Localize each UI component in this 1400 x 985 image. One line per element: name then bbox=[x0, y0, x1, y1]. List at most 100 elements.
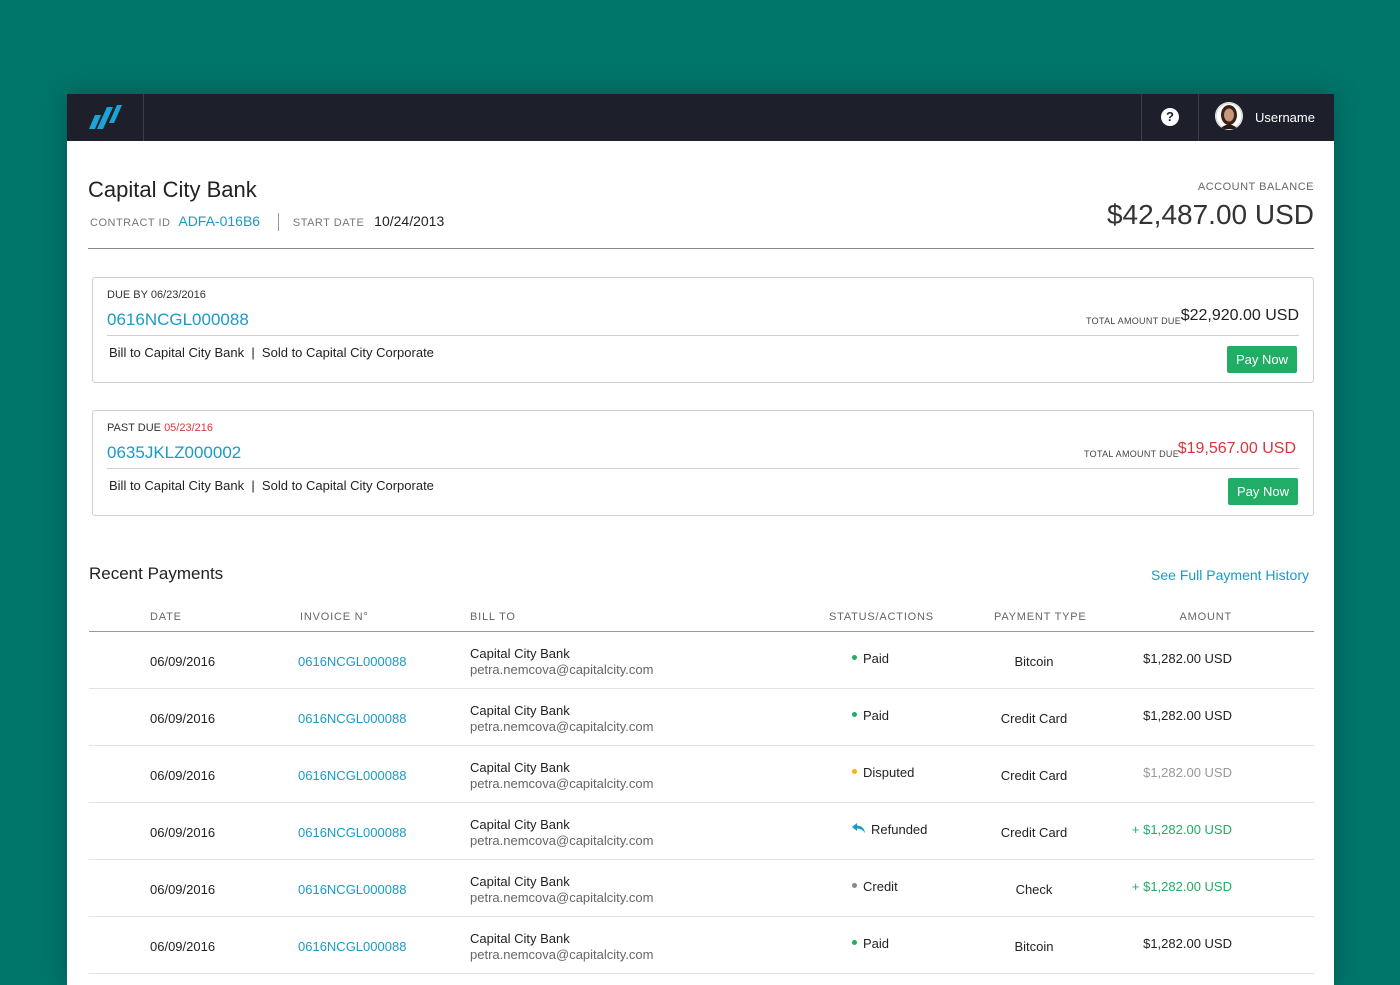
payment-amount: $1,282.00 USD bbox=[1143, 651, 1232, 666]
invoice-link[interactable]: 0616NCGL000088 bbox=[107, 310, 249, 330]
pay-now-button[interactable]: Pay Now bbox=[1227, 346, 1297, 373]
help-button[interactable]: ? bbox=[1141, 94, 1199, 141]
bill-to-email: petra.nemcova@capitalcity.com bbox=[470, 947, 654, 962]
payment-date: 06/09/2016 bbox=[150, 654, 216, 669]
green-dot-icon bbox=[852, 655, 857, 661]
table-row[interactable]: 06/09/2016 0616NCGL000088 Capital City Ban… bbox=[89, 632, 1314, 689]
due-date: 06/23/2016 bbox=[150, 289, 206, 301]
payment-status[interactable]: Refunded bbox=[852, 822, 927, 837]
invoice-link[interactable]: 0616NCGL000088 bbox=[298, 711, 406, 726]
bill-to-email: petra.nemcova@capitalcity.com bbox=[470, 776, 654, 791]
start-date-value: 10/24/2013 bbox=[374, 213, 445, 229]
column-status[interactable]: STATUS/ACTIONS bbox=[829, 611, 934, 623]
payment-status[interactable]: Paid bbox=[852, 936, 889, 951]
divider bbox=[107, 468, 1299, 469]
avatar bbox=[1215, 102, 1243, 130]
status-label: Credit bbox=[863, 879, 898, 894]
payment-status[interactable]: Disputed bbox=[852, 765, 914, 780]
status-label: Disputed bbox=[863, 765, 915, 780]
account-header: Capital City Bank CONTRACT ID ADFA-016B6… bbox=[88, 141, 1314, 249]
help-icon: ? bbox=[1161, 108, 1179, 126]
payment-status[interactable]: Paid bbox=[852, 651, 889, 666]
status-label: Paid bbox=[863, 936, 890, 951]
bill-to-email: petra.nemcova@capitalcity.com bbox=[470, 662, 654, 677]
yellow-dot-icon bbox=[852, 769, 857, 775]
logo[interactable] bbox=[67, 94, 144, 141]
payment-type: Credit Card bbox=[1000, 711, 1068, 726]
contract-meta: CONTRACT ID ADFA-016B6 START DATE 10/24/… bbox=[90, 213, 445, 232]
payment-type: Bitcoin bbox=[1014, 939, 1054, 954]
payment-amount: + $1,282.00 USD bbox=[1131, 822, 1232, 837]
invoice-link[interactable]: 0635JKLZ000002 bbox=[107, 443, 241, 463]
due-status: DUE BY 06/23/2016 bbox=[107, 289, 206, 301]
table-row[interactable]: 06/09/2016 0616NCGL000088 Capital City Ban… bbox=[89, 917, 1314, 974]
payment-type: Check bbox=[1015, 882, 1053, 897]
bill-to-name: Capital City Bank bbox=[470, 817, 570, 832]
table-row[interactable]: 06/09/2016 0616NCGL000088 Capital City Ban… bbox=[89, 746, 1314, 803]
total-due-label: TOTAL AMOUNT DUE bbox=[1086, 316, 1181, 326]
start-date-label: START DATE bbox=[292, 217, 365, 229]
invoice-link[interactable]: 0616NCGL000088 bbox=[298, 768, 406, 783]
contract-id-link[interactable]: ADFA-016B6 bbox=[178, 213, 260, 229]
bill-info: Bill to Capital City Bank | Sold to Capi… bbox=[109, 478, 434, 493]
status-label: PAST DUE bbox=[107, 422, 161, 434]
username: Username bbox=[1255, 110, 1315, 125]
invoice-card-past-due: PAST DUE 05/23/216 0635JKLZ000002 TOTAL … bbox=[92, 410, 1314, 516]
divider bbox=[107, 335, 1299, 336]
divider bbox=[277, 213, 279, 232]
payment-amount: $1,282.00 USD bbox=[1143, 936, 1232, 951]
status-label: DUE BY bbox=[107, 289, 148, 301]
payment-type: Bitcoin bbox=[1014, 654, 1054, 669]
payment-date: 06/09/2016 bbox=[150, 768, 216, 783]
contract-id-label: CONTRACT ID bbox=[90, 217, 171, 229]
table-body: 06/09/2016 0616NCGL000088 Capital City Ban… bbox=[89, 632, 1314, 974]
invoice-link[interactable]: 0616NCGL000088 bbox=[298, 654, 406, 669]
payment-type: Credit Card bbox=[1000, 825, 1068, 840]
bill-to-name: Capital City Bank bbox=[470, 646, 570, 661]
green-dot-icon bbox=[852, 940, 857, 946]
payment-date: 06/09/2016 bbox=[150, 825, 216, 840]
invoice-link[interactable]: 0616NCGL000088 bbox=[298, 939, 406, 954]
invoice-link[interactable]: 0616NCGL000088 bbox=[298, 825, 406, 840]
payment-type: Credit Card bbox=[1000, 768, 1068, 783]
balance-label: ACCOUNT BALANCE bbox=[1197, 181, 1314, 193]
table-row[interactable]: 06/09/2016 0616NCGL000088 Capital City Ban… bbox=[89, 689, 1314, 746]
invoice-card-due: DUE BY 06/23/2016 0616NCGL000088 TOTAL A… bbox=[92, 277, 1314, 383]
payment-status[interactable]: Paid bbox=[852, 708, 889, 723]
page-title: Capital City Bank bbox=[88, 177, 257, 202]
status-label: Paid bbox=[863, 651, 890, 666]
total-due-label: TOTAL AMOUNT DUE bbox=[1084, 449, 1179, 459]
pay-now-button[interactable]: Pay Now bbox=[1228, 478, 1298, 505]
column-amount[interactable]: AMOUNT bbox=[1180, 611, 1232, 623]
invoice-link[interactable]: 0616NCGL000088 bbox=[298, 882, 406, 897]
status-label: Paid bbox=[863, 708, 890, 723]
column-invoice[interactable]: INVOICE N° bbox=[300, 611, 369, 623]
green-dot-icon bbox=[852, 712, 857, 718]
user-menu[interactable]: Username bbox=[1198, 94, 1334, 141]
payment-status[interactable]: Credit bbox=[852, 879, 898, 894]
past-due-status: PAST DUE 05/23/216 bbox=[107, 422, 213, 434]
status-label: Refunded bbox=[871, 822, 928, 837]
bill-to-name: Capital City Bank bbox=[470, 760, 570, 775]
bill-to-email: petra.nemcova@capitalcity.com bbox=[470, 890, 654, 905]
recent-payments-title: Recent Payments bbox=[89, 564, 224, 583]
payments-table: DATE INVOICE N° BILL TO STATUS/ACTIONS P… bbox=[89, 599, 1314, 974]
column-bill-to[interactable]: BILL TO bbox=[470, 611, 516, 623]
gray-dot-icon bbox=[852, 883, 857, 889]
payment-amount: $1,282.00 USD bbox=[1143, 708, 1232, 723]
payment-amount: $1,282.00 USD bbox=[1143, 765, 1232, 780]
table-header: DATE INVOICE N° BILL TO STATUS/ACTIONS P… bbox=[89, 599, 1314, 632]
column-payment-type[interactable]: PAYMENT TYPE bbox=[994, 611, 1087, 623]
total-due-value: $19,567.00 USD bbox=[1177, 440, 1296, 457]
bill-to-name: Capital City Bank bbox=[470, 703, 570, 718]
payment-date: 06/09/2016 bbox=[150, 711, 216, 726]
table-row[interactable]: 06/09/2016 0616NCGL000088 Capital City Ban… bbox=[89, 803, 1314, 860]
bill-to-name: Capital City Bank bbox=[470, 931, 570, 946]
column-date[interactable]: DATE bbox=[150, 611, 182, 623]
payment-date: 06/09/2016 bbox=[150, 939, 216, 954]
payment-history-link[interactable]: See Full Payment History bbox=[1151, 567, 1309, 583]
bill-info: Bill to Capital City Bank | Sold to Capi… bbox=[109, 345, 434, 360]
table-row[interactable]: 06/09/2016 0616NCGL000088 Capital City Ban… bbox=[89, 860, 1314, 917]
bill-to-email: petra.nemcova@capitalcity.com bbox=[470, 719, 654, 734]
total-due-value: $22,920.00 USD bbox=[1180, 307, 1299, 324]
